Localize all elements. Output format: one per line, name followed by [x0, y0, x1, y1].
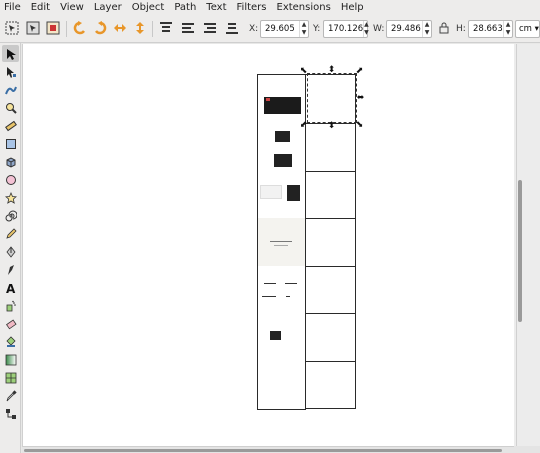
menu-object[interactable]: Object — [132, 0, 165, 15]
3d-box-tool-icon[interactable] — [2, 153, 19, 170]
x-field[interactable]: 29.605 ▲ ▼ — [260, 20, 309, 38]
menu-file[interactable]: File — [4, 0, 21, 15]
w-label: W: — [373, 24, 385, 34]
slot-divider — [306, 313, 355, 314]
rotate-ccw-icon[interactable] — [72, 20, 88, 36]
menu-path[interactable]: Path — [174, 0, 196, 15]
pencil-tool-icon[interactable] — [2, 225, 19, 242]
vertical-scroll-thumb[interactable] — [518, 180, 522, 322]
resize-handle-top-left[interactable]: ⬉ — [299, 67, 308, 76]
lower-icon[interactable] — [202, 20, 218, 36]
thumbnail-rule-line — [285, 283, 297, 284]
menu-bar: File Edit View Layer Object Path Text Fi… — [0, 0, 540, 15]
h-value: 28.663 — [473, 24, 503, 34]
inkscape-window: File Edit View Layer Object Path Text Fi… — [0, 0, 540, 453]
x-label: X: — [249, 24, 259, 34]
ellipse-tool-icon[interactable] — [2, 171, 19, 188]
toolbar-separator — [152, 21, 153, 37]
resize-handle-bottom[interactable]: ⬍ — [327, 122, 336, 131]
w-spinner[interactable]: ▲ ▼ — [422, 21, 431, 37]
menu-text[interactable]: Text — [206, 0, 226, 15]
x-spinner[interactable]: ▲ ▼ — [299, 21, 308, 37]
horizontal-scrollbar[interactable] — [22, 446, 514, 453]
eraser-tool-icon[interactable] — [2, 315, 19, 332]
rectangle-tool-icon[interactable] — [2, 135, 19, 152]
resize-handle-bottom-left[interactable]: ⬋ — [299, 121, 308, 130]
pen-tool-icon[interactable] — [2, 243, 19, 260]
menu-edit[interactable]: Edit — [31, 0, 50, 15]
toolbox: A — [0, 43, 21, 453]
thumbnail-small-dark[interactable] — [275, 131, 290, 142]
raise-to-top-icon[interactable] — [158, 20, 174, 36]
thumbnail-accent — [266, 98, 270, 101]
node-tool-icon[interactable] — [2, 63, 19, 80]
star-tool-icon[interactable] — [2, 189, 19, 206]
thumbnail-dark-slim[interactable] — [287, 185, 300, 201]
selector-tool-icon[interactable] — [2, 45, 19, 62]
y-label: Y: — [313, 24, 321, 34]
x-value: 29.605 — [265, 24, 295, 34]
svg-text:A: A — [6, 282, 16, 294]
menu-extensions[interactable]: Extensions — [277, 0, 331, 15]
resize-handle-top[interactable]: ⬍ — [327, 66, 336, 75]
horizontal-scroll-thumb[interactable] — [24, 449, 502, 452]
menu-filters[interactable]: Filters — [237, 0, 267, 15]
slot-divider — [306, 218, 355, 219]
thumbnail-light-text-line — [274, 245, 288, 246]
unit-select[interactable]: cm ▾ — [515, 20, 540, 38]
unit-value: cm — [519, 24, 532, 34]
gradient-tool-icon[interactable] — [2, 351, 19, 368]
thumbnail-rule-line — [264, 283, 276, 284]
h-label: H: — [456, 24, 466, 34]
dropper-tool-icon[interactable] — [2, 387, 19, 404]
connector-tool-icon[interactable] — [2, 405, 19, 422]
thumbnail-rule-line — [286, 296, 290, 297]
h-spinner[interactable]: ▲ ▼ — [503, 21, 512, 37]
scroll-corner — [514, 446, 540, 453]
select-all-layers-icon[interactable] — [25, 20, 41, 36]
lower-to-bottom-icon[interactable] — [224, 20, 240, 36]
select-all-icon[interactable] — [4, 20, 20, 36]
resize-handle-bottom-right[interactable]: ⬊ — [355, 121, 364, 130]
menu-view[interactable]: View — [60, 0, 84, 15]
flip-horizontal-icon[interactable] — [112, 20, 128, 36]
thumbnail-text-page[interactable] — [260, 185, 282, 199]
spray-tool-icon[interactable] — [2, 297, 19, 314]
deselect-icon[interactable] — [45, 20, 61, 36]
h-field[interactable]: 28.663 ▲ ▼ — [468, 20, 513, 38]
vertical-scroll-track — [516, 44, 517, 446]
resize-handle-right[interactable]: ⬌ — [356, 94, 365, 103]
menu-layer[interactable]: Layer — [94, 0, 122, 15]
slot-divider — [306, 361, 355, 362]
raise-icon[interactable] — [180, 20, 196, 36]
w-field[interactable]: 29.486 ▲ ▼ — [386, 20, 432, 38]
calligraphy-tool-icon[interactable] — [2, 261, 19, 278]
text-tool-icon[interactable]: A — [2, 279, 19, 296]
lock-icon[interactable] — [436, 20, 452, 36]
thumbnail-small-square[interactable] — [270, 331, 281, 340]
zoom-tool-icon[interactable] — [2, 99, 19, 116]
y-field[interactable]: 170.126 ▲ ▼ — [323, 20, 369, 38]
thumbnail-rule-line — [262, 296, 276, 297]
toolbar-separator — [66, 21, 67, 37]
menu-help[interactable]: Help — [341, 0, 364, 15]
measure-tool-icon[interactable] — [2, 117, 19, 134]
y-spinner[interactable]: ▲ ▼ — [363, 21, 369, 37]
spiral-tool-icon[interactable] — [2, 207, 19, 224]
thumbnail-light-text-line — [270, 241, 292, 242]
paint-bucket-icon[interactable] — [2, 333, 19, 350]
thumbnail-light-page[interactable] — [258, 218, 305, 266]
w-value: 29.486 — [391, 24, 421, 34]
tweak-tool-icon[interactable] — [2, 81, 19, 98]
slot-divider — [306, 266, 355, 267]
flip-vertical-icon[interactable] — [132, 20, 148, 36]
y-value: 170.126 — [328, 24, 364, 34]
selection-bounding-box[interactable] — [307, 73, 357, 123]
mesh-tool-icon[interactable] — [2, 369, 19, 386]
thumbnail-dark-block[interactable] — [274, 154, 292, 167]
slot-divider — [306, 171, 355, 172]
tool-controls-bar: X: 29.605 ▲ ▼ Y: 170.126 ▲ ▼ W: 29.486 ▲ ▼ … — [0, 15, 540, 43]
rotate-cw-icon[interactable] — [92, 20, 108, 36]
resize-handle-top-right[interactable]: ⬈ — [355, 67, 364, 76]
